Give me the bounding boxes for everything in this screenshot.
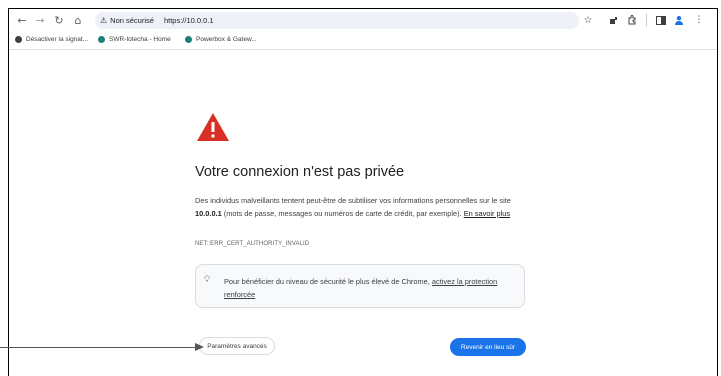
bookmark-icon	[15, 36, 22, 43]
tip-text: Pour bénéficier du niveau de sécurité le…	[224, 275, 514, 301]
tip-description: Pour bénéficier du niveau de sécurité le…	[224, 277, 432, 286]
back-arrow-icon[interactable]: ←	[15, 13, 29, 27]
browser-toolbar: ← → ↻ ⌂ ⚠ Non sécurisé https://10.0.0.1 …	[9, 9, 717, 33]
enhanced-protection-tip: 💡︎ Pour bénéficier du niveau de sécurité…	[195, 264, 525, 308]
description-part: (mots de passe, messages ou numéros de c…	[221, 209, 464, 218]
description-text: Des individus malveillants tentent peut-…	[195, 194, 535, 220]
url-text[interactable]: https://10.0.0.1	[164, 16, 214, 25]
puzzle-icon[interactable]	[626, 14, 638, 26]
back-to-safety-button[interactable]: Revenir en lieu sûr	[450, 338, 526, 356]
description-part: Des individus malveillants tentent peut-…	[195, 196, 511, 205]
extension-icon[interactable]	[607, 14, 619, 26]
toolbar-divider	[646, 14, 647, 26]
bookmark-label: Powerbox & Gatew...	[196, 36, 257, 43]
security-chip[interactable]: Non sécurisé	[110, 16, 154, 25]
address-bar[interactable]: ⚠ Non sécurisé https://10.0.0.1	[95, 12, 579, 29]
warning-triangle-icon: ⚠	[100, 16, 108, 25]
error-code: NET::ERR_CERT_AUTHORITY_INVALID	[195, 241, 310, 247]
interstitial-content: Votre connexion n'est pas privée Des ind…	[9, 50, 717, 376]
bookmarks-bar: Désactiver la signat... SWR-Iotecha - Ho…	[9, 33, 717, 50]
bookmark-item[interactable]: Désactiver la signat...	[15, 36, 88, 43]
bookmark-star-icon[interactable]: ☆	[582, 14, 594, 26]
lightbulb-icon: 💡︎	[204, 275, 211, 285]
bookmark-icon	[98, 36, 105, 43]
learn-more-link[interactable]: En savoir plus	[464, 209, 510, 218]
bookmark-item[interactable]: SWR-Iotecha - Home	[98, 36, 171, 43]
forward-arrow-icon[interactable]: →	[33, 13, 47, 27]
advanced-settings-button[interactable]: Paramètres avancés	[199, 337, 275, 355]
host-name: 10.0.0.1	[195, 209, 222, 218]
annotation-arrow-line	[0, 347, 197, 348]
warning-triangle-icon	[197, 113, 229, 141]
home-icon[interactable]: ⌂	[71, 13, 85, 27]
bookmark-item[interactable]: Powerbox & Gatew...	[185, 36, 257, 43]
profile-icon[interactable]	[673, 14, 685, 26]
bookmark-icon	[185, 36, 192, 43]
bookmark-label: SWR-Iotecha - Home	[109, 36, 171, 43]
annotation-arrow-head	[195, 343, 204, 351]
page-title: Votre connexion n'est pas privée	[195, 164, 405, 180]
reload-icon[interactable]: ↻	[52, 13, 66, 27]
menu-icon[interactable]: ⋮	[693, 14, 705, 26]
sidebar-icon[interactable]	[655, 14, 667, 26]
bookmark-label: Désactiver la signat...	[26, 36, 89, 43]
browser-window: ← → ↻ ⌂ ⚠ Non sécurisé https://10.0.0.1 …	[8, 8, 718, 376]
